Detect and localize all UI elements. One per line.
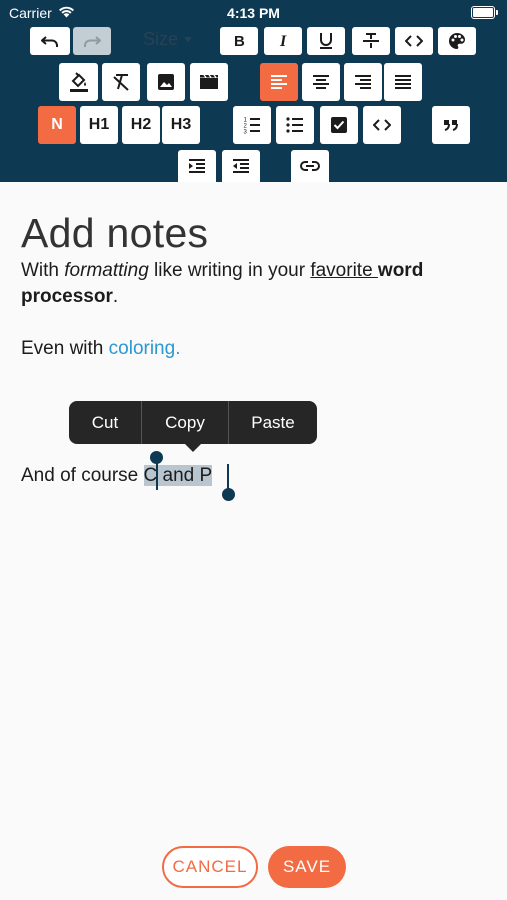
underline-icon (318, 32, 334, 50)
redo-icon (83, 34, 101, 48)
align-right-icon (354, 74, 372, 90)
code-button[interactable] (395, 27, 433, 55)
paragraph-formatting[interactable]: With formatting like writing in your fav… (21, 258, 491, 310)
h2-label: H2 (130, 116, 152, 133)
bold-text: word (377, 260, 424, 281)
underline-button[interactable] (307, 27, 345, 55)
code-icon (405, 35, 423, 47)
colored-text: coloring. (108, 338, 181, 359)
h3-label: H3 (170, 116, 192, 133)
normal-label: N (51, 116, 63, 133)
outdent-icon (232, 158, 250, 174)
bullet-list-icon (286, 116, 304, 134)
palette-icon (448, 32, 466, 50)
text-span: Even with (21, 338, 109, 359)
text-span: With (21, 260, 65, 281)
undo-icon (41, 34, 59, 48)
video-icon (199, 74, 219, 90)
battery-icon (471, 6, 498, 19)
strikethrough-icon (362, 33, 380, 49)
save-button[interactable]: SAVE (268, 846, 346, 888)
underlined-text: favorite (310, 260, 378, 281)
heading-3-button[interactable]: H3 (162, 106, 200, 144)
note-title[interactable]: Add notes (21, 210, 208, 257)
clear-format-button[interactable] (102, 63, 140, 101)
align-justify-button[interactable] (384, 63, 422, 101)
align-left-icon (270, 74, 288, 90)
bold-button[interactable]: B (220, 27, 258, 55)
color-palette-button[interactable] (438, 27, 476, 55)
indent-icon (188, 158, 206, 174)
bold-text: processor (21, 286, 113, 307)
fill-color-icon (69, 71, 89, 93)
code-block-button[interactable] (363, 106, 401, 144)
clear-format-icon (112, 73, 130, 91)
ordered-list-button[interactable]: 123 (233, 106, 271, 144)
paragraph-coloring[interactable]: Even with coloring. (21, 336, 491, 362)
chevron-down-icon (184, 36, 193, 42)
clock: 4:13 PM (227, 5, 280, 21)
align-center-button[interactable] (302, 63, 340, 101)
context-menu-pointer (184, 443, 202, 452)
editor-toolbar: Carrier 4:13 PM Size B I N H1 H2 H3 1 2 … (0, 0, 507, 182)
bullet-list-button[interactable] (276, 106, 314, 144)
checklist-button[interactable] (320, 106, 358, 144)
undo-button[interactable] (30, 27, 70, 55)
redo-button[interactable] (73, 27, 111, 55)
outdent-button[interactable] (222, 150, 260, 182)
fill-color-button[interactable] (59, 63, 98, 101)
cancel-button[interactable]: CANCEL (162, 846, 258, 888)
blockquote-button[interactable] (432, 106, 470, 144)
align-center-icon (312, 74, 330, 90)
quote-icon (443, 119, 459, 131)
text-span: like writing in your (148, 260, 311, 281)
svg-text:I: I (279, 33, 287, 49)
italic-text: formatting (64, 260, 149, 281)
paste-menu-item[interactable]: Paste (229, 401, 317, 444)
link-icon (300, 160, 320, 172)
bold-icon: B (232, 33, 246, 49)
strikethrough-button[interactable] (352, 27, 390, 55)
italic-icon: I (276, 33, 290, 49)
selection-start-caret (155, 462, 158, 490)
text-context-menu: Cut Copy Paste (69, 401, 317, 444)
checklist-icon (330, 116, 348, 134)
font-size-dropdown[interactable]: Size (143, 27, 201, 51)
selected-text[interactable]: C and P (143, 465, 213, 486)
insert-video-button[interactable] (190, 63, 228, 101)
align-right-button[interactable] (344, 63, 382, 101)
ordered-list-icon: 123 (243, 116, 261, 134)
image-icon (157, 73, 175, 91)
align-left-button[interactable] (260, 63, 298, 101)
text-span: . (112, 286, 119, 307)
align-justify-icon (394, 74, 412, 90)
svg-text:3: 3 (244, 130, 248, 135)
svg-text:B: B (234, 33, 245, 49)
paragraph-selection[interactable]: And of course C and P (21, 463, 491, 489)
selection-end-handle[interactable] (222, 488, 235, 501)
paragraph-normal-button[interactable]: N (38, 106, 76, 144)
indent-button[interactable] (178, 150, 216, 182)
italic-button[interactable]: I (264, 27, 302, 55)
copy-menu-item[interactable]: Copy (142, 401, 228, 444)
heading-2-button[interactable]: H2 (122, 106, 160, 144)
status-bar: Carrier 4:13 PM (0, 0, 507, 28)
text-span: And of course (21, 465, 144, 486)
heading-1-button[interactable]: H1 (80, 106, 118, 144)
cut-menu-item[interactable]: Cut (69, 401, 141, 444)
insert-image-button[interactable] (147, 63, 185, 101)
code-block-icon (373, 119, 391, 131)
font-size-label: Size (143, 28, 179, 49)
insert-link-button[interactable] (291, 150, 329, 182)
h1-label: H1 (88, 116, 110, 133)
